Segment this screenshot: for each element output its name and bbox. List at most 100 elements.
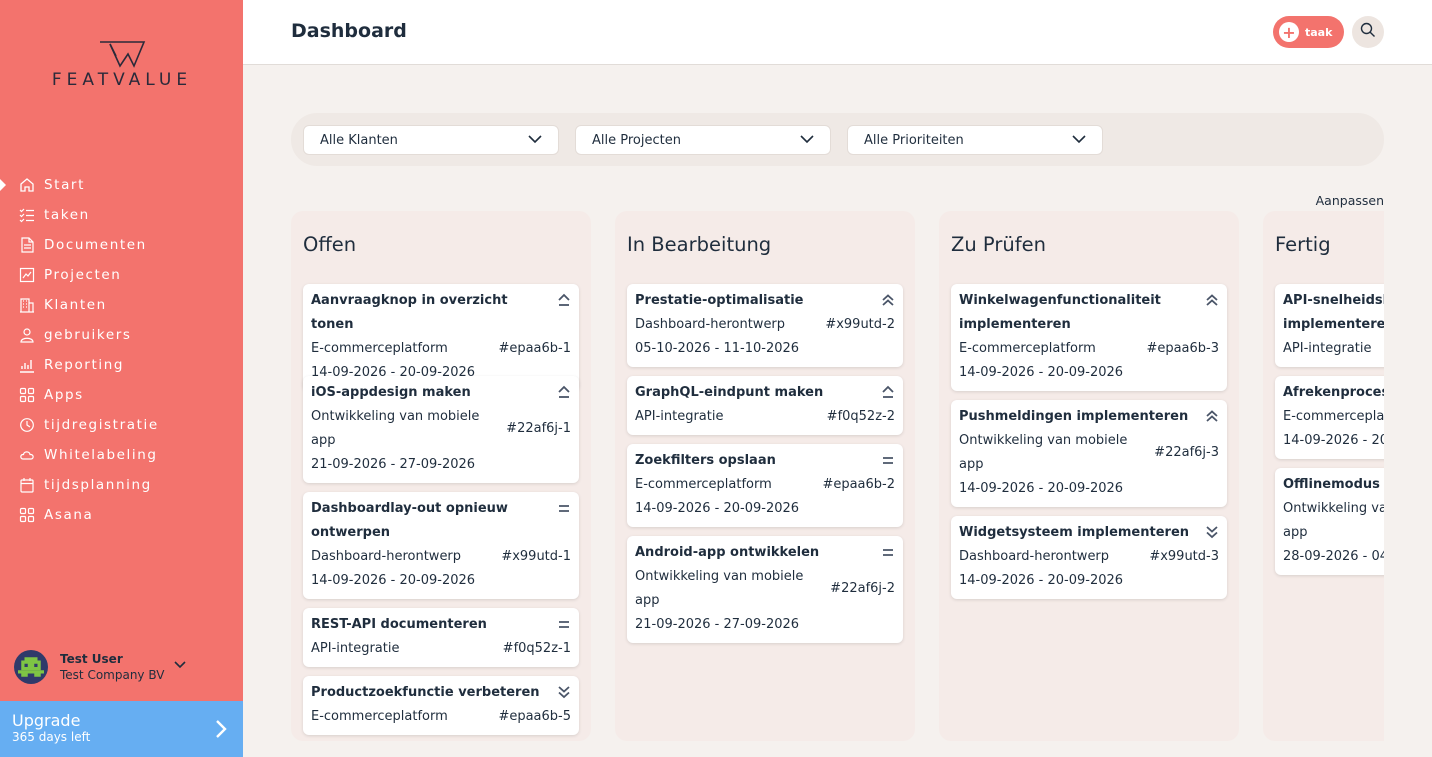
task-code: #22af6j-1 xyxy=(506,421,571,436)
task-card[interactable]: Pushmeldingen implementeren Ontwikkeling… xyxy=(951,400,1227,507)
column-fertig: Fertig API-snelheidslimiet implementeren… xyxy=(1263,211,1384,741)
nav-item-gebruikers[interactable]: gebruikers xyxy=(0,320,243,350)
task-card[interactable]: Aanvraagknop in overzicht tonen E-commer… xyxy=(303,284,579,391)
task-project: E-commerceplatform xyxy=(311,341,448,356)
filter-klanten[interactable]: Alle Klanten xyxy=(303,125,559,155)
plus-icon: + xyxy=(1279,22,1299,42)
avatar xyxy=(14,650,48,684)
logo-mark-icon xyxy=(100,41,146,68)
nav-item-taken[interactable]: taken xyxy=(0,200,243,230)
add-task-button[interactable]: + taak xyxy=(1273,16,1344,48)
task-card[interactable]: iOS-appdesign maken Ontwikkeling van mob… xyxy=(303,376,579,483)
nav-label: taken xyxy=(44,207,90,223)
task-title: Productzoekfunctie verbeteren xyxy=(311,685,540,700)
task-card[interactable]: REST-API documenteren API-integratie #f0q… xyxy=(303,608,579,667)
nav-item-start[interactable]: Start xyxy=(0,170,243,200)
task-code: #epaa6b-2 xyxy=(822,477,895,492)
nav-label: tijdregistratie xyxy=(44,417,159,433)
task-title: Afrekenproces xyxy=(1283,385,1384,400)
task-card[interactable]: Winkelwagenfunctionaliteit implementeren… xyxy=(951,284,1227,391)
customize-link[interactable]: Aanpassen xyxy=(1300,193,1384,208)
task-card[interactable]: Prestatie-optimalisatie Dashboard-heront… xyxy=(627,284,903,367)
sidebar: FEATVALUE Start taken Documenten Project… xyxy=(0,0,243,757)
task-title: Dashboardlay-out opnieuw ontwerpen xyxy=(311,501,508,540)
task-project: E-commerceplatform xyxy=(311,709,448,724)
task-code: #22af6j-2 xyxy=(830,581,895,596)
filter-value: Alle Prioriteiten xyxy=(864,132,964,148)
building-icon xyxy=(18,296,36,314)
task-title: Prestatie-optimalisatie xyxy=(635,293,804,308)
nav-item-projecten[interactable]: Projecten xyxy=(0,260,243,290)
task-dates: 14-09-2026 - 20-09-2026 xyxy=(635,501,800,516)
nav-item-whitelabeling[interactable]: Whitelabeling xyxy=(0,440,243,470)
task-project: Ontwikkeling van mobiele app xyxy=(635,569,804,608)
task-card[interactable]: GraphQL-eindpunt maken API-integratie #f0… xyxy=(627,376,903,435)
add-task-label: taak xyxy=(1305,25,1333,39)
chevron-down-icon xyxy=(528,133,542,148)
task-dates: 14-09-2026 - 20-09-2026 xyxy=(959,481,1124,496)
task-title: Zoekfilters opslaan xyxy=(635,453,776,468)
upgrade-banner[interactable]: Upgrade 365 days left xyxy=(0,701,243,757)
task-card[interactable]: Dashboardlay-out opnieuw ontwerpen Dashb… xyxy=(303,492,579,599)
filter-projecten[interactable]: Alle Projecten xyxy=(575,125,831,155)
task-project: E-commerceplatform xyxy=(959,341,1096,356)
priority-medium-icon xyxy=(557,616,571,630)
task-card[interactable]: API-snelheidslimiet implementeren API-in… xyxy=(1275,284,1384,367)
column-title: Fertig xyxy=(1275,233,1331,256)
user-name: Test User xyxy=(60,652,123,666)
priority-medium-icon xyxy=(881,544,895,558)
calendar-icon xyxy=(18,476,36,494)
logo[interactable]: FEATVALUE xyxy=(34,40,210,90)
filter-prioriteiten[interactable]: Alle Prioriteiten xyxy=(847,125,1103,155)
task-card[interactable]: Productzoekfunctie verbeteren E-commerce… xyxy=(303,676,579,735)
task-code: #epaa6b-3 xyxy=(1146,341,1219,356)
task-dates: 14-09-2026 - 20-09-2026 xyxy=(959,573,1124,588)
nav-label: tijdsplanning xyxy=(44,477,152,493)
documents-icon xyxy=(18,236,36,254)
column-title: Zu Prüfen xyxy=(951,233,1046,256)
priority-urgent-icon xyxy=(1205,408,1219,422)
chevron-down-icon[interactable] xyxy=(174,654,186,673)
apps-icon xyxy=(18,506,36,524)
topbar: Dashboard + taak xyxy=(243,0,1432,65)
tasks-icon xyxy=(18,206,36,224)
home-icon xyxy=(18,176,36,194)
task-project: Ontwikkeling van mobiele app xyxy=(1283,501,1384,540)
nav-label: Reporting xyxy=(44,357,125,373)
priority-high-icon xyxy=(557,384,571,398)
nav-item-documenten[interactable]: Documenten xyxy=(0,230,243,260)
user-company: Test Company BV xyxy=(60,668,165,682)
column-in-bearbeitung: In Bearbeitung Prestatie-optimalisatie D… xyxy=(615,211,915,741)
column-title: Offen xyxy=(303,233,357,256)
task-project: Dashboard-herontwerp xyxy=(311,549,462,564)
task-title: Offlinemodus toevoegen xyxy=(1283,477,1384,492)
nav-item-tijdsplanning[interactable]: tijdsplanning xyxy=(0,470,243,500)
task-card[interactable]: Afrekenproces E-commerceplatform 14-09-2… xyxy=(1275,376,1384,459)
nav-label: Start xyxy=(44,177,85,193)
search-button[interactable] xyxy=(1352,16,1384,48)
task-project: Dashboard-herontwerp xyxy=(959,549,1110,564)
task-card[interactable]: Offlinemodus toevoegen Ontwikkeling van … xyxy=(1275,468,1384,575)
nav-label: gebruikers xyxy=(44,327,132,343)
task-code: #epaa6b-1 xyxy=(498,341,571,356)
user-menu[interactable]: Test User Test Company BV xyxy=(14,650,186,684)
task-title: Aanvraagknop in overzicht tonen xyxy=(311,293,508,332)
task-card[interactable]: Zoekfilters opslaan E-commerceplatform #e… xyxy=(627,444,903,527)
nav-item-klanten[interactable]: Klanten xyxy=(0,290,243,320)
task-code: #x99utd-3 xyxy=(1149,549,1219,564)
task-code: #x99utd-1 xyxy=(501,549,571,564)
kanban-board: Offen Aanvraagknop in overzicht tonen E-… xyxy=(291,211,1384,741)
nav-item-tijdregistratie[interactable]: tijdregistratie xyxy=(0,410,243,440)
nav-item-apps[interactable]: Apps xyxy=(0,380,243,410)
task-code: #22af6j-3 xyxy=(1154,445,1219,460)
task-card[interactable]: Widgetsysteem implementeren Dashboard-he… xyxy=(951,516,1227,599)
sidebar-nav: Start taken Documenten Projecten Klanten… xyxy=(0,170,243,530)
nav-item-reporting[interactable]: Reporting xyxy=(0,350,243,380)
priority-urgent-icon xyxy=(1205,292,1219,306)
chevron-right-icon xyxy=(215,719,227,743)
timer-icon xyxy=(18,416,36,434)
priority-low-icon xyxy=(557,684,571,699)
nav-item-asana[interactable]: Asana xyxy=(0,500,243,530)
task-card[interactable]: Android-app ontwikkelen Ontwikkeling van… xyxy=(627,536,903,643)
user-icon xyxy=(18,326,36,344)
